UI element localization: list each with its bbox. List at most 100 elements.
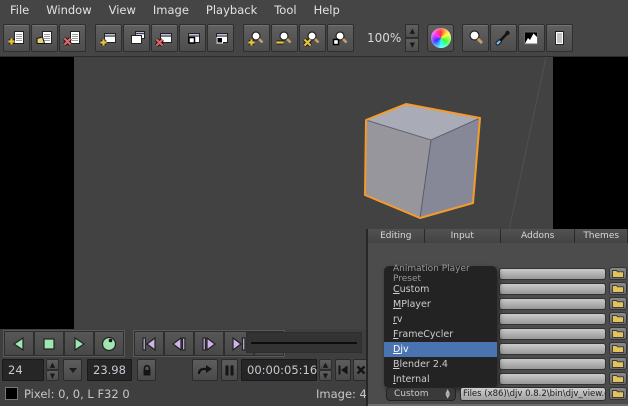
- folder-icon: [612, 269, 624, 278]
- frame-input[interactable]: 24: [2, 359, 44, 381]
- lock-speed-button[interactable]: [137, 359, 156, 381]
- browse-folder-button[interactable]: [609, 297, 627, 310]
- dropdown-item-custom[interactable]: Custom: [384, 282, 497, 297]
- frame-spinner: ▲ ▼: [46, 359, 59, 381]
- histogram-button[interactable]: [518, 24, 545, 52]
- go-to-start-button[interactable]: [335, 359, 351, 381]
- menu-help[interactable]: Help: [314, 3, 340, 17]
- file-open-button[interactable]: [3, 24, 30, 52]
- player-path-field[interactable]: [499, 343, 606, 355]
- pause-icon: [225, 365, 234, 376]
- browse-folder-button[interactable]: [609, 282, 627, 295]
- browse-folder-button[interactable]: [609, 327, 627, 340]
- menu-window[interactable]: Window: [46, 3, 91, 17]
- tab-editing[interactable]: Editing: [368, 229, 425, 243]
- dropdown-item-mplayer[interactable]: MPlayer: [384, 297, 497, 312]
- zoom-spin-up-icon[interactable]: ▲: [405, 24, 419, 38]
- menu-playback[interactable]: Playback: [206, 3, 257, 17]
- color-wheel-button[interactable]: [427, 24, 454, 52]
- preset-select-value: Custom: [394, 389, 428, 399]
- timecode-spin-down-icon[interactable]: ▼: [319, 370, 332, 381]
- folder-icon: [612, 344, 624, 353]
- go-to-start-icon: [338, 365, 348, 375]
- player-path-field[interactable]: [499, 373, 606, 385]
- loop-mode-button[interactable]: [192, 359, 218, 381]
- window-fullscreen-button[interactable]: [207, 24, 234, 52]
- color-picker-icon: [494, 29, 513, 47]
- folder-icon: [612, 389, 624, 398]
- window-close-button[interactable]: [151, 24, 178, 52]
- preferences-window: EditingInputAddonsThemes Animation Playe…: [366, 229, 628, 406]
- tab-addons[interactable]: Addons: [501, 229, 575, 243]
- player-path-field[interactable]: [499, 298, 606, 310]
- file-reload-button[interactable]: [31, 24, 58, 52]
- zoom-spin-down-icon[interactable]: ▼: [405, 38, 419, 52]
- timecode-spinner: ▲ ▼: [319, 359, 332, 381]
- browse-folder-button[interactable]: [609, 387, 627, 400]
- file-close-button[interactable]: [59, 24, 86, 52]
- frame-next-button[interactable]: [194, 331, 224, 356]
- speed-input[interactable]: 23.98: [87, 359, 132, 381]
- stop-button[interactable]: [34, 331, 64, 356]
- frame-spin-down-icon[interactable]: ▼: [46, 370, 59, 381]
- preset-select[interactable]: Custom ▲▼: [386, 387, 456, 401]
- browse-folder-button[interactable]: [609, 312, 627, 325]
- window-duplicate-button[interactable]: [123, 24, 150, 52]
- frame-prev-icon: [170, 335, 188, 353]
- zoom-reset-button[interactable]: [299, 24, 326, 52]
- frame-prev-button[interactable]: [164, 331, 194, 356]
- select-arrows-icon: ▲▼: [445, 389, 450, 399]
- zoom-spinner: ▲ ▼: [405, 24, 419, 52]
- dropdown-item-rv[interactable]: rv: [384, 312, 497, 327]
- browse-folder-button[interactable]: [609, 267, 627, 280]
- zoom-in-icon: [247, 29, 266, 47]
- zoom-in-button[interactable]: [243, 24, 270, 52]
- menu-image[interactable]: Image: [153, 3, 189, 17]
- folder-icon: [612, 359, 624, 368]
- browse-folder-button[interactable]: [609, 372, 627, 385]
- magnify-tool-button[interactable]: [462, 24, 489, 52]
- player-path-field[interactable]: [499, 313, 606, 325]
- folder-icon: [612, 329, 624, 338]
- lock-icon: [141, 364, 153, 377]
- frame-start-button[interactable]: [134, 331, 164, 356]
- play-reverse-button[interactable]: [4, 331, 34, 356]
- player-path-input[interactable]: am Files (x86)\djv 0.8.2\bin\djv_view.ex…: [460, 387, 606, 401]
- loop-button[interactable]: [94, 331, 124, 356]
- window-fit-button[interactable]: [179, 24, 206, 52]
- timecode-input[interactable]: 00:00:05:16: [241, 359, 317, 381]
- zoom-fit-button[interactable]: [327, 24, 354, 52]
- timeline-slider[interactable]: [246, 332, 362, 353]
- stop-icon: [40, 335, 58, 353]
- dropdown-item-framecycler[interactable]: FrameCycler: [384, 327, 497, 342]
- menu-view[interactable]: View: [109, 3, 136, 17]
- zoom-toolbar-group: [243, 24, 355, 52]
- player-path-field[interactable]: [499, 358, 606, 370]
- frame-menu-button[interactable]: [63, 359, 82, 381]
- zoom-out-button[interactable]: [271, 24, 298, 52]
- window-new-button[interactable]: [95, 24, 122, 52]
- dropdown-item-internal[interactable]: Internal: [384, 372, 497, 387]
- color-picker-button[interactable]: [490, 24, 517, 52]
- tab-input[interactable]: Input: [425, 229, 501, 243]
- dropdown-item-djv[interactable]: Djv: [384, 342, 497, 357]
- play-forward-icon: [70, 335, 88, 353]
- tab-themes[interactable]: Themes: [575, 229, 628, 243]
- menu-tool[interactable]: Tool: [274, 3, 296, 17]
- player-path-field[interactable]: [499, 283, 606, 295]
- player-path-field[interactable]: [499, 328, 606, 340]
- info-button[interactable]: [546, 24, 573, 52]
- close-x-icon: [356, 365, 366, 375]
- player-path-field[interactable]: [499, 268, 606, 280]
- info-icon: [550, 29, 569, 47]
- dropdown-item-blender-2-4[interactable]: Blender 2.4: [384, 357, 497, 372]
- menu-file[interactable]: File: [10, 3, 29, 17]
- zoom-level-value: 100%: [367, 31, 401, 45]
- pause-button[interactable]: [221, 359, 238, 381]
- frame-spin-up-icon[interactable]: ▲: [46, 359, 59, 370]
- timecode-spin-up-icon[interactable]: ▲: [319, 359, 332, 370]
- browse-folder-button[interactable]: [609, 357, 627, 370]
- play-forward-button[interactable]: [64, 331, 94, 356]
- browse-folder-button[interactable]: [609, 342, 627, 355]
- zoom-out-icon: [275, 29, 294, 47]
